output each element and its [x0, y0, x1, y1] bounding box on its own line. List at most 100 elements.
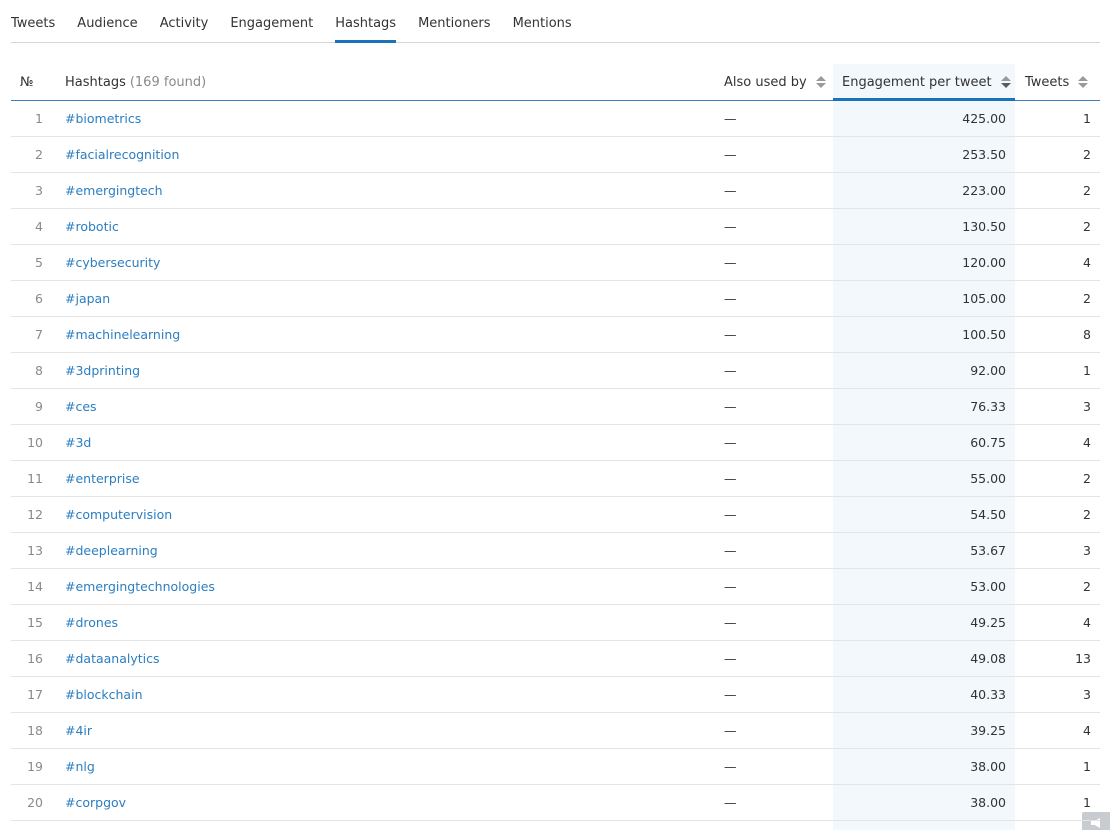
hashtag-link[interactable]: #cybersecurity: [65, 255, 160, 270]
also-used-by-cell: —: [724, 291, 737, 306]
tweets-cell: 2: [1083, 507, 1091, 522]
tweets-cell: 1: [1083, 795, 1091, 810]
tweets-cell: 2: [1083, 291, 1091, 306]
hashtag-cell: #cybersecurity: [65, 255, 724, 270]
hashtag-link[interactable]: #3dprinting: [65, 363, 140, 378]
hashtag-cell: #computervision: [65, 507, 724, 522]
hashtag-cell: #dataanalytics: [65, 651, 724, 666]
row-number: 9: [35, 399, 43, 414]
tweets-cell: 1: [1083, 363, 1091, 378]
hashtag-cell: #ces: [65, 399, 724, 414]
table-row: 3 #emergingtech — 223.00 2: [11, 173, 1100, 209]
hashtag-link[interactable]: #blockchain: [65, 687, 143, 702]
row-number: 16: [27, 651, 43, 666]
header-number-label: №: [20, 74, 34, 90]
also-used-by-cell: —: [724, 363, 737, 378]
hashtag-link[interactable]: #enterprise: [65, 471, 140, 486]
hashtag-link[interactable]: #emergingtechnologies: [65, 579, 215, 594]
engagement-cell: 38.00: [970, 759, 1006, 774]
also-used-by-cell: —: [724, 795, 737, 810]
row-number: 4: [35, 219, 43, 234]
tweets-cell: 13: [1075, 651, 1091, 666]
row-number: 8: [35, 363, 43, 378]
table-row: 19 #nlg — 38.00 1: [11, 749, 1100, 785]
tab-activity[interactable]: Activity: [160, 0, 209, 42]
tab-tweets[interactable]: Tweets: [11, 0, 55, 42]
hashtag-cell: #biometrics: [65, 111, 724, 126]
hashtag-link[interactable]: #robotic: [65, 219, 119, 234]
row-number: 19: [27, 759, 43, 774]
engagement-cell: 120.00: [962, 255, 1006, 270]
hashtag-link[interactable]: #nlg: [65, 759, 95, 774]
row-number: 3: [35, 183, 43, 198]
tab-mentions[interactable]: Mentions: [513, 0, 572, 42]
engagement-cell: 60.75: [970, 435, 1006, 450]
tab-engagement[interactable]: Engagement: [230, 0, 313, 42]
hashtag-link[interactable]: #3d: [65, 435, 91, 450]
hashtag-link[interactable]: #japan: [65, 291, 110, 306]
hashtag-link[interactable]: #facialrecognition: [65, 147, 179, 162]
also-used-by-cell: —: [724, 759, 737, 774]
tweets-cell: 2: [1083, 579, 1091, 594]
row-number: 10: [27, 435, 43, 450]
also-used-by-cell: —: [724, 687, 737, 702]
also-used-by-cell: —: [724, 435, 737, 450]
hashtag-link[interactable]: #emergingtech: [65, 183, 163, 198]
hashtag-cell: #machinelearning: [65, 327, 724, 342]
also-used-by-cell: —: [724, 219, 737, 234]
hashtag-cell: #enterprise: [65, 471, 724, 486]
table-row: 16 #dataanalytics — 49.08 13: [11, 641, 1100, 677]
also-used-by-cell: —: [724, 327, 737, 342]
engagement-cell: 76.33: [970, 399, 1006, 414]
hashtag-link[interactable]: #machinelearning: [65, 327, 180, 342]
also-used-by-cell: —: [724, 399, 737, 414]
also-used-by-cell: —: [724, 111, 737, 126]
hashtag-link[interactable]: #drones: [65, 615, 118, 630]
hashtag-link[interactable]: #ces: [65, 399, 97, 414]
hashtag-link[interactable]: #computervision: [65, 507, 172, 522]
table-row: 12 #computervision — 54.50 2: [11, 497, 1100, 533]
hashtag-cell: #facialrecognition: [65, 147, 724, 162]
engagement-cell: 100.50: [962, 327, 1006, 342]
tab-mentioners[interactable]: Mentioners: [418, 0, 490, 42]
tweets-cell: 3: [1083, 543, 1091, 558]
hashtag-link[interactable]: #4ir: [65, 723, 92, 738]
hashtag-cell: #emergingtech: [65, 183, 724, 198]
hashtag-cell: #japan: [65, 291, 724, 306]
table-row: 6 #japan — 105.00 2: [11, 281, 1100, 317]
hashtag-cell: #blockchain: [65, 687, 724, 702]
hashtag-cell: #nlg: [65, 759, 724, 774]
row-number: 7: [35, 327, 43, 342]
tab-hashtags[interactable]: Hashtags: [335, 0, 396, 43]
sort-down-icon: [1078, 83, 1089, 88]
also-used-by-cell: —: [724, 651, 737, 666]
sort-arrows-icon[interactable]: [1000, 76, 1011, 88]
table-row: 5 #cybersecurity — 120.00 4: [11, 245, 1100, 281]
header-engagement-per-tweet[interactable]: Engagement per tweet: [833, 64, 1015, 101]
tweets-cell: 1: [1083, 111, 1091, 126]
hashtag-link[interactable]: #biometrics: [65, 111, 141, 126]
hashtag-link[interactable]: #deeplearning: [65, 543, 158, 558]
hashtag-cell: #3d: [65, 435, 724, 450]
also-used-by-cell: —: [724, 615, 737, 630]
hashtag-cell: #emergingtechnologies: [65, 579, 724, 594]
sort-arrows-icon[interactable]: [1078, 76, 1089, 88]
row-number: 14: [27, 579, 43, 594]
tweets-cell: 2: [1083, 147, 1091, 162]
hashtag-link[interactable]: #dataanalytics: [65, 651, 160, 666]
header-tweets[interactable]: Tweets: [1015, 64, 1100, 100]
tweets-cell: 4: [1083, 435, 1091, 450]
table-row: 14 #emergingtechnologies — 53.00 2: [11, 569, 1100, 605]
page: Tweets Audience Activity Engagement Hash…: [0, 0, 1110, 830]
sort-arrows-icon[interactable]: [815, 76, 826, 88]
tab-audience[interactable]: Audience: [77, 0, 137, 42]
row-number: 11: [27, 471, 43, 486]
also-used-by-cell: —: [724, 147, 737, 162]
hashtag-link[interactable]: #corpgov: [65, 795, 126, 810]
engagement-cell: 49.25: [970, 615, 1006, 630]
table-row: 2 #facialrecognition — 253.50 2: [11, 137, 1100, 173]
table-row: 9 #ces — 76.33 3: [11, 389, 1100, 425]
row-number: 5: [35, 255, 43, 270]
header-also-used-by[interactable]: Also used by: [724, 64, 833, 100]
engagement-cell: 223.00: [962, 183, 1006, 198]
